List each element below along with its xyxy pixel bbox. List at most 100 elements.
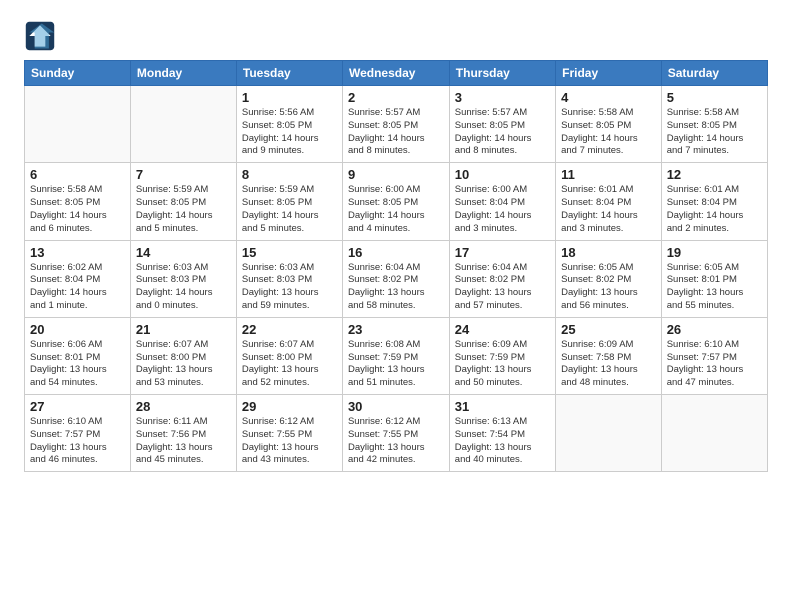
- day-number: 29: [242, 399, 337, 414]
- day-number: 12: [667, 167, 762, 182]
- day-info: Sunrise: 5:56 AM Sunset: 8:05 PM Dayligh…: [242, 107, 337, 158]
- calendar-cell: 28 Sunrise: 6:11 AM Sunset: 7:56 PM Dayli…: [130, 395, 236, 472]
- calendar-day-header: Wednesday: [342, 61, 449, 86]
- day-info: Sunrise: 5:57 AM Sunset: 8:05 PM Dayligh…: [455, 107, 550, 158]
- day-info: Sunrise: 6:11 AM Sunset: 7:56 PM Dayligh…: [136, 416, 231, 467]
- day-number: 14: [136, 245, 231, 260]
- calendar-cell: 29 Sunrise: 6:12 AM Sunset: 7:55 PM Dayli…: [236, 395, 342, 472]
- day-number: 30: [348, 399, 444, 414]
- day-number: 13: [30, 245, 125, 260]
- calendar-cell: 25 Sunrise: 6:09 AM Sunset: 7:58 PM Dayli…: [556, 317, 662, 394]
- calendar-cell: 27 Sunrise: 6:10 AM Sunset: 7:57 PM Dayli…: [25, 395, 131, 472]
- day-info: Sunrise: 5:58 AM Sunset: 8:05 PM Dayligh…: [30, 184, 125, 235]
- calendar-cell: 8 Sunrise: 5:59 AM Sunset: 8:05 PM Daylig…: [236, 163, 342, 240]
- calendar-week-row: 13 Sunrise: 6:02 AM Sunset: 8:04 PM Dayli…: [25, 240, 768, 317]
- day-info: Sunrise: 6:07 AM Sunset: 8:00 PM Dayligh…: [136, 339, 231, 390]
- day-info: Sunrise: 6:12 AM Sunset: 7:55 PM Dayligh…: [242, 416, 337, 467]
- day-info: Sunrise: 6:09 AM Sunset: 7:59 PM Dayligh…: [455, 339, 550, 390]
- day-info: Sunrise: 6:04 AM Sunset: 8:02 PM Dayligh…: [455, 262, 550, 313]
- day-number: 18: [561, 245, 656, 260]
- calendar-cell: 7 Sunrise: 5:59 AM Sunset: 8:05 PM Daylig…: [130, 163, 236, 240]
- day-info: Sunrise: 6:03 AM Sunset: 8:03 PM Dayligh…: [242, 262, 337, 313]
- calendar-cell: 31Sunrise: 6:13 AM Sunset: 7:54 PM Dayli…: [449, 395, 555, 472]
- calendar-day-header: Friday: [556, 61, 662, 86]
- calendar-cell: 9 Sunrise: 6:00 AM Sunset: 8:05 PM Daylig…: [342, 163, 449, 240]
- day-number: 11: [561, 167, 656, 182]
- day-number: 28: [136, 399, 231, 414]
- calendar-cell: 22 Sunrise: 6:07 AM Sunset: 8:00 PM Dayli…: [236, 317, 342, 394]
- day-number: 17: [455, 245, 550, 260]
- calendar-cell: 30 Sunrise: 6:12 AM Sunset: 7:55 PM Dayli…: [342, 395, 449, 472]
- day-info: Sunrise: 6:04 AM Sunset: 8:02 PM Dayligh…: [348, 262, 444, 313]
- calendar-week-row: 27 Sunrise: 6:10 AM Sunset: 7:57 PM Dayli…: [25, 395, 768, 472]
- calendar-cell: 4 Sunrise: 5:58 AM Sunset: 8:05 PM Daylig…: [556, 86, 662, 163]
- calendar-cell: 17 Sunrise: 6:04 AM Sunset: 8:02 PM Dayli…: [449, 240, 555, 317]
- day-info: Sunrise: 6:08 AM Sunset: 7:59 PM Dayligh…: [348, 339, 444, 390]
- calendar-cell: 11 Sunrise: 6:01 AM Sunset: 8:04 PM Dayli…: [556, 163, 662, 240]
- calendar-day-header: Tuesday: [236, 61, 342, 86]
- day-info: Sunrise: 6:12 AM Sunset: 7:55 PM Dayligh…: [348, 416, 444, 467]
- day-number: 6: [30, 167, 125, 182]
- calendar-table: SundayMondayTuesdayWednesdayThursdayFrid…: [24, 60, 768, 472]
- day-info: Sunrise: 6:10 AM Sunset: 7:57 PM Dayligh…: [30, 416, 125, 467]
- day-info: Sunrise: 6:09 AM Sunset: 7:58 PM Dayligh…: [561, 339, 656, 390]
- calendar-cell: 19 Sunrise: 6:05 AM Sunset: 8:01 PM Dayli…: [661, 240, 767, 317]
- calendar-cell: [661, 395, 767, 472]
- day-info: Sunrise: 6:02 AM Sunset: 8:04 PM Dayligh…: [30, 262, 125, 313]
- calendar-cell: [130, 86, 236, 163]
- calendar-week-row: 6 Sunrise: 5:58 AM Sunset: 8:05 PM Daylig…: [25, 163, 768, 240]
- day-number: 9: [348, 167, 444, 182]
- day-number: 4: [561, 90, 656, 105]
- day-info: Sunrise: 6:01 AM Sunset: 8:04 PM Dayligh…: [561, 184, 656, 235]
- day-number: 26: [667, 322, 762, 337]
- day-info: Sunrise: 6:01 AM Sunset: 8:04 PM Dayligh…: [667, 184, 762, 235]
- day-number: 8: [242, 167, 337, 182]
- calendar-cell: 18 Sunrise: 6:05 AM Sunset: 8:02 PM Dayli…: [556, 240, 662, 317]
- day-info: Sunrise: 5:58 AM Sunset: 8:05 PM Dayligh…: [561, 107, 656, 158]
- day-info: Sunrise: 6:05 AM Sunset: 8:02 PM Dayligh…: [561, 262, 656, 313]
- day-number: 1: [242, 90, 337, 105]
- day-number: 7: [136, 167, 231, 182]
- calendar-cell: 21 Sunrise: 6:07 AM Sunset: 8:00 PM Dayli…: [130, 317, 236, 394]
- day-info: Sunrise: 6:03 AM Sunset: 8:03 PM Dayligh…: [136, 262, 231, 313]
- calendar-cell: 26 Sunrise: 6:10 AM Sunset: 7:57 PM Dayli…: [661, 317, 767, 394]
- calendar-cell: 12 Sunrise: 6:01 AM Sunset: 8:04 PM Dayli…: [661, 163, 767, 240]
- day-number: 25: [561, 322, 656, 337]
- calendar-cell: 3 Sunrise: 5:57 AM Sunset: 8:05 PM Daylig…: [449, 86, 555, 163]
- day-number: 3: [455, 90, 550, 105]
- calendar-cell: 5 Sunrise: 5:58 AM Sunset: 8:05 PM Daylig…: [661, 86, 767, 163]
- calendar-day-header: Thursday: [449, 61, 555, 86]
- day-info: Sunrise: 6:07 AM Sunset: 8:00 PM Dayligh…: [242, 339, 337, 390]
- day-number: 10: [455, 167, 550, 182]
- day-info: Sunrise: 6:05 AM Sunset: 8:01 PM Dayligh…: [667, 262, 762, 313]
- calendar-cell: 13 Sunrise: 6:02 AM Sunset: 8:04 PM Dayli…: [25, 240, 131, 317]
- day-info: Sunrise: 5:59 AM Sunset: 8:05 PM Dayligh…: [136, 184, 231, 235]
- logo-icon: [24, 20, 56, 52]
- day-number: 19: [667, 245, 762, 260]
- calendar-cell: 23 Sunrise: 6:08 AM Sunset: 7:59 PM Dayli…: [342, 317, 449, 394]
- calendar-day-header: Monday: [130, 61, 236, 86]
- page-header: [24, 20, 768, 52]
- day-number: 23: [348, 322, 444, 337]
- calendar-cell: 24Sunrise: 6:09 AM Sunset: 7:59 PM Dayli…: [449, 317, 555, 394]
- day-info: Sunrise: 5:57 AM Sunset: 8:05 PM Dayligh…: [348, 107, 444, 158]
- calendar-cell: 6 Sunrise: 5:58 AM Sunset: 8:05 PM Daylig…: [25, 163, 131, 240]
- calendar-week-row: 1 Sunrise: 5:56 AM Sunset: 8:05 PM Daylig…: [25, 86, 768, 163]
- calendar-cell: 14 Sunrise: 6:03 AM Sunset: 8:03 PM Dayli…: [130, 240, 236, 317]
- day-info: Sunrise: 6:00 AM Sunset: 8:05 PM Dayligh…: [348, 184, 444, 235]
- calendar-cell: 15Sunrise: 6:03 AM Sunset: 8:03 PM Dayli…: [236, 240, 342, 317]
- day-info: Sunrise: 6:10 AM Sunset: 7:57 PM Dayligh…: [667, 339, 762, 390]
- day-number: 22: [242, 322, 337, 337]
- calendar-cell: [556, 395, 662, 472]
- calendar-cell: 10Sunrise: 6:00 AM Sunset: 8:04 PM Dayli…: [449, 163, 555, 240]
- day-info: Sunrise: 5:59 AM Sunset: 8:05 PM Dayligh…: [242, 184, 337, 235]
- calendar-day-header: Saturday: [661, 61, 767, 86]
- day-info: Sunrise: 6:06 AM Sunset: 8:01 PM Dayligh…: [30, 339, 125, 390]
- day-number: 5: [667, 90, 762, 105]
- day-info: Sunrise: 5:58 AM Sunset: 8:05 PM Dayligh…: [667, 107, 762, 158]
- day-number: 21: [136, 322, 231, 337]
- day-number: 27: [30, 399, 125, 414]
- logo: [24, 20, 60, 52]
- calendar-header-row: SundayMondayTuesdayWednesdayThursdayFrid…: [25, 61, 768, 86]
- day-number: 20: [30, 322, 125, 337]
